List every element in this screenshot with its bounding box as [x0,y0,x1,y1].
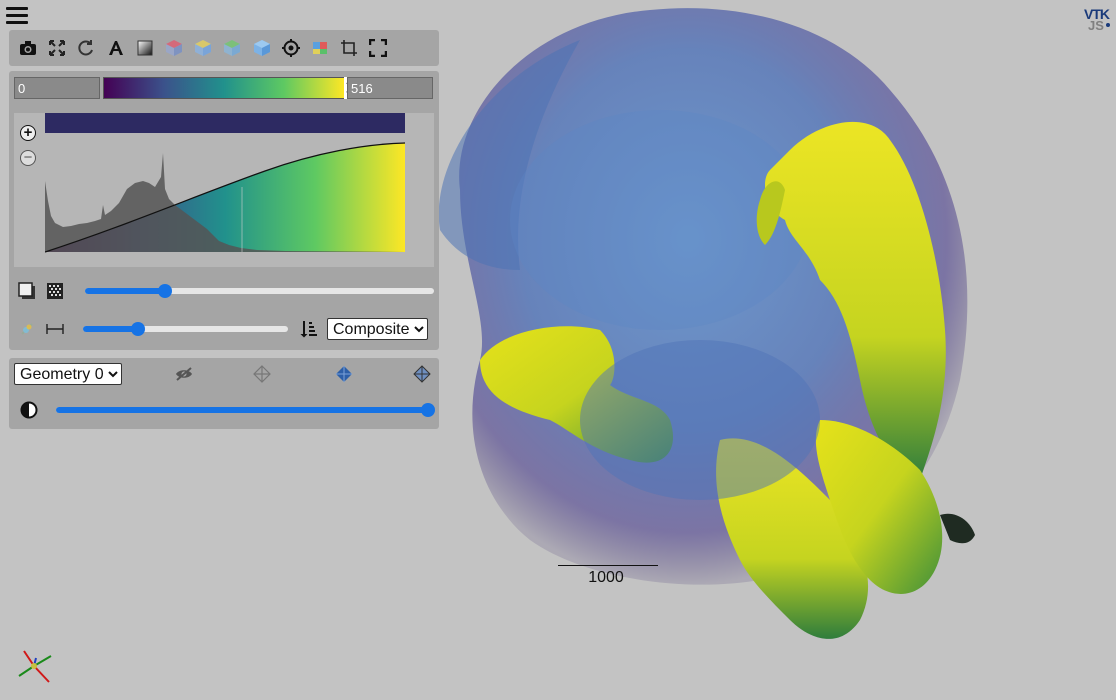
toolbar [9,30,439,66]
range-min-input[interactable] [14,77,100,99]
geometry-opacity-slider[interactable] [56,403,435,417]
sort-descending-icon[interactable] [297,318,319,340]
colormap-preset-selector[interactable] [103,77,345,99]
representation-surface-edges-icon[interactable] [412,365,432,383]
menu-button[interactable] [6,5,28,25]
geometry-opacity-row [14,396,435,424]
transfer-function-panel: ▴▾ + − [9,71,439,350]
blend-mode-select[interactable]: Composite [327,318,428,340]
blend-row: Composite [14,315,434,343]
volume-render-view[interactable] [420,0,1116,700]
crop-icon[interactable] [338,37,360,59]
text-icon[interactable] [105,37,127,59]
shadow-toggle-icon[interactable] [16,280,38,302]
lighting-icon[interactable] [16,318,38,340]
crosshair-icon[interactable] [280,37,302,59]
representation-points-icon[interactable] [252,365,272,383]
geometry-select[interactable]: Geometry 0 [14,363,122,385]
cube-x-icon[interactable] [163,37,185,59]
orientation-axes[interactable] [14,646,54,686]
representation-surface-icon[interactable] [334,365,354,383]
piecewise-function-editor[interactable]: + − [14,113,434,267]
cube-z-icon[interactable] [221,37,243,59]
sampling-icon[interactable] [44,280,66,302]
range-max-input[interactable] [347,77,433,99]
scale-bar-label: 1000 [588,569,624,586]
gradient-icon[interactable] [134,37,156,59]
opacity-transfer-graph[interactable] [45,141,405,253]
edge-gradient-icon[interactable] [45,318,65,340]
scale-bar [558,565,658,566]
colors-icon[interactable] [309,37,331,59]
rotate-icon[interactable] [75,37,97,59]
data-range-row: ▴▾ [14,77,434,101]
sample-distance-row [14,277,434,305]
geometry-row: Geometry 0 [14,363,434,385]
cube-y-icon[interactable] [192,37,214,59]
edge-gradient-slider[interactable] [83,322,288,336]
opacity-icon[interactable] [18,399,40,421]
cube-iso-icon[interactable] [251,37,273,59]
reset-camera-icon[interactable] [46,37,68,59]
remove-gaussian-button[interactable]: − [20,150,36,166]
opacity-preview-bar [45,113,405,133]
sample-distance-slider[interactable] [84,284,434,298]
camera-icon[interactable] [17,37,39,59]
fullscreen-icon[interactable] [367,37,389,59]
geometry-panel: Geometry 0 [9,358,439,429]
add-gaussian-button[interactable]: + [20,125,36,141]
visibility-hidden-icon[interactable] [174,365,194,383]
